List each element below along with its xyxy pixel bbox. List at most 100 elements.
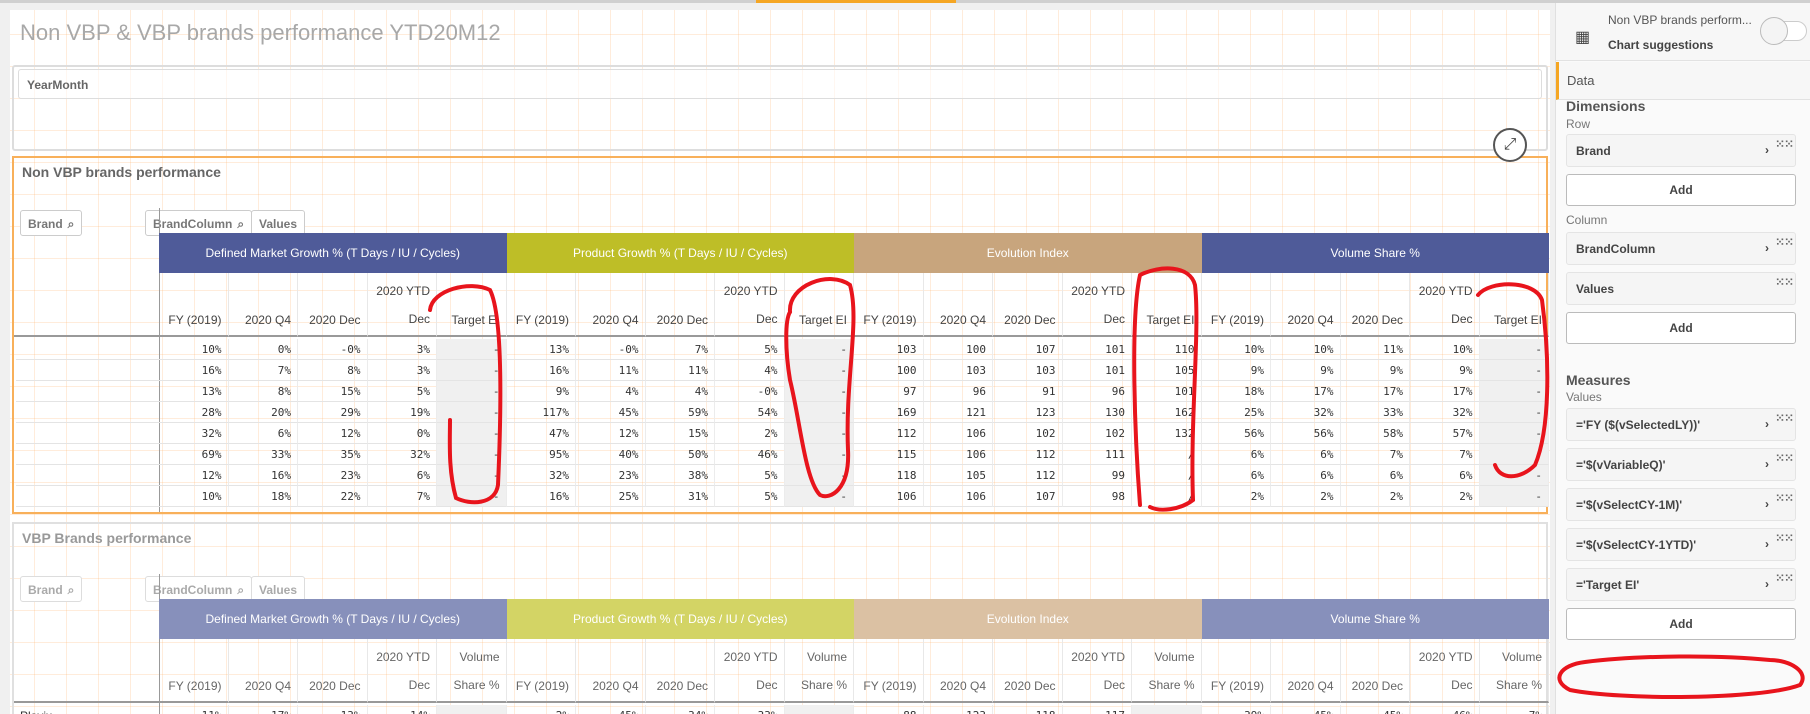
column-header[interactable]: Target EI xyxy=(1132,273,1202,337)
column-header[interactable]: Volume Share % xyxy=(437,639,507,703)
column-header[interactable]: 2020 Q4 xyxy=(923,639,993,703)
column-header[interactable]: Target EI xyxy=(1479,273,1549,337)
column-header[interactable]: 2020 Q4 xyxy=(228,639,298,703)
table-cell: - xyxy=(784,486,854,507)
non-vbp-pivot-table[interactable]: Non VBP brands performance Brand ⌕ BrandCol… xyxy=(12,156,1549,514)
chevron-right-icon[interactable]: › xyxy=(1765,143,1769,157)
table-cell: 6% xyxy=(1271,465,1341,486)
table-cell: 58% xyxy=(1340,423,1410,444)
column-header[interactable]: 2020 Q4 xyxy=(923,273,993,337)
brand-name[interactable] xyxy=(16,423,159,444)
column-header[interactable]: FY (2019) xyxy=(854,273,924,337)
drag-handle-icon[interactable]: ⁙⁙ xyxy=(1775,138,1794,150)
column-header[interactable]: Volume Share % xyxy=(784,639,854,703)
column-header[interactable]: FY (2019) xyxy=(506,273,576,337)
chevron-right-icon[interactable]: › xyxy=(1765,241,1769,255)
column-header-label: 2020 Q4 xyxy=(1287,679,1334,693)
brand-name[interactable] xyxy=(16,486,159,507)
column-header[interactable]: FY (2019) xyxy=(854,639,924,703)
yearmonth-filter-label[interactable]: YearMonth xyxy=(18,69,1542,99)
brand-name[interactable] xyxy=(16,444,159,465)
column-header[interactable]: 2020 Dec xyxy=(1340,273,1410,337)
table-cell: 98 xyxy=(1062,486,1132,507)
chevron-right-icon[interactable]: › xyxy=(1765,457,1769,471)
column-header[interactable]: FY (2019) xyxy=(1201,639,1271,703)
drag-handle-icon[interactable]: ⁙⁙ xyxy=(1775,276,1794,288)
brand-name[interactable] xyxy=(16,402,159,423)
group-header[interactable]: Evolution Index xyxy=(854,233,1202,273)
brand-name[interactable] xyxy=(16,339,159,360)
brand-name[interactable]: Plavix xyxy=(16,705,159,714)
drag-handle-icon[interactable]: ⁙⁙ xyxy=(1775,532,1794,544)
add-row-dimension-button[interactable]: Add xyxy=(1566,174,1796,206)
chevron-right-icon[interactable]: › xyxy=(1765,497,1769,511)
measure-item[interactable]: ='FY ($(vSelectedLY))' › ⁙⁙ xyxy=(1566,408,1796,441)
group-header[interactable]: Product Growth % (T Days / IU / Cycles) xyxy=(506,599,854,639)
group-header[interactable]: Volume Share % xyxy=(1201,599,1549,639)
column-header[interactable]: 2020 Dec xyxy=(1340,639,1410,703)
column-header[interactable]: 2020 YTD Dec xyxy=(1410,273,1480,337)
chevron-right-icon[interactable]: › xyxy=(1765,417,1769,431)
brand-name[interactable] xyxy=(16,465,159,486)
table-cell: - xyxy=(1479,402,1549,423)
column-header[interactable]: 2020 YTD Dec xyxy=(1410,639,1480,703)
add-column-dimension-button[interactable]: Add xyxy=(1566,312,1796,344)
column-header[interactable]: 2020 YTD Dec xyxy=(367,273,437,337)
dimension-brandcolumn[interactable]: BrandColumn › ⁙⁙ xyxy=(1566,232,1796,265)
column-header[interactable]: 2020 Dec xyxy=(298,639,368,703)
chart-suggestions-toggle[interactable] xyxy=(1760,17,1807,45)
column-header[interactable]: 2020 YTD Dec xyxy=(1062,639,1132,703)
column-header[interactable]: 2020 Q4 xyxy=(576,273,646,337)
column-header[interactable]: Target EI xyxy=(437,273,507,337)
column-header[interactable]: FY (2019) xyxy=(159,273,229,337)
drag-handle-icon[interactable]: ⁙⁙ xyxy=(1775,572,1794,584)
drag-handle-icon[interactable]: ⁙⁙ xyxy=(1775,412,1794,424)
column-header[interactable]: 2020 Q4 xyxy=(228,273,298,337)
drag-handle-icon[interactable]: ⁙⁙ xyxy=(1775,492,1794,504)
dimension-brand[interactable]: Brand › ⁙⁙ xyxy=(1566,134,1796,167)
chevron-right-icon[interactable]: › xyxy=(1765,577,1769,591)
column-header[interactable]: 2020 Q4 xyxy=(1271,273,1341,337)
column-header[interactable]: 2020 Dec xyxy=(645,639,715,703)
column-header[interactable]: 2020 Dec xyxy=(993,639,1063,703)
expand-icon[interactable]: ⤢ xyxy=(1493,128,1527,162)
column-header[interactable]: 2020 Q4 xyxy=(576,639,646,703)
column-header[interactable]: 2020 Dec xyxy=(298,273,368,337)
measure-item[interactable]: ='$(vVariableQ)' › ⁙⁙ xyxy=(1566,448,1796,481)
chevron-right-icon[interactable]: › xyxy=(1765,537,1769,551)
column-header[interactable]: FY (2019) xyxy=(1201,273,1271,337)
column-header[interactable]: 2020 YTD Dec xyxy=(367,639,437,703)
group-header[interactable]: Volume Share % xyxy=(1201,233,1549,273)
column-header[interactable]: 2020 YTD Dec xyxy=(715,639,785,703)
measure-item[interactable]: ='Target EI' › ⁙⁙ xyxy=(1566,568,1796,601)
brand-name[interactable] xyxy=(16,360,159,381)
column-header[interactable]: 2020 Q4 xyxy=(1271,639,1341,703)
group-header[interactable]: Defined Market Growth % (T Days / IU / C… xyxy=(159,599,507,639)
yearmonth-filter-pane[interactable]: YearMonth xyxy=(12,65,1548,151)
dimension-brandcolumn-label: BrandColumn xyxy=(1576,242,1656,256)
table-cell: 5% xyxy=(715,465,785,486)
group-header[interactable]: Defined Market Growth % (T Days / IU / C… xyxy=(159,233,507,273)
column-header[interactable]: 2020 Dec xyxy=(993,273,1063,337)
brand-filter-button[interactable]: Brand ⌕ xyxy=(20,210,83,236)
group-header[interactable]: Product Growth % (T Days / IU / Cycles) xyxy=(506,233,854,273)
tab-data[interactable]: Data xyxy=(1556,62,1810,100)
measure-item[interactable]: ='$(vSelectCY-1M)' › ⁙⁙ xyxy=(1566,488,1796,521)
add-measure-button[interactable]: Add xyxy=(1566,608,1796,640)
brand-name[interactable] xyxy=(16,381,159,402)
drag-handle-icon[interactable]: ⁙⁙ xyxy=(1775,452,1794,464)
measure-item[interactable]: ='$(vSelectCY-1YTD)' › ⁙⁙ xyxy=(1566,528,1796,561)
group-header[interactable]: Evolution Index xyxy=(854,599,1202,639)
vbp-pivot-table[interactable]: VBP Brands performance Brand ⌕ BrandColumn ⌕… xyxy=(12,522,1549,714)
column-header[interactable]: FY (2019) xyxy=(159,639,229,703)
drag-handle-icon[interactable]: ⁙⁙ xyxy=(1775,236,1794,248)
brand-filter-button[interactable]: Brand ⌕ xyxy=(20,576,83,602)
column-header[interactable]: Volume Share % xyxy=(1479,639,1549,703)
column-header[interactable]: 2020 YTD Dec xyxy=(1062,273,1132,337)
dimension-values[interactable]: Values ⁙⁙ xyxy=(1566,272,1796,305)
column-header[interactable]: 2020 YTD Dec xyxy=(715,273,785,337)
column-header[interactable]: Volume Share % xyxy=(1132,639,1202,703)
column-header[interactable]: FY (2019) xyxy=(506,639,576,703)
column-header[interactable]: Target EI xyxy=(784,273,854,337)
column-header[interactable]: 2020 Dec xyxy=(645,273,715,337)
